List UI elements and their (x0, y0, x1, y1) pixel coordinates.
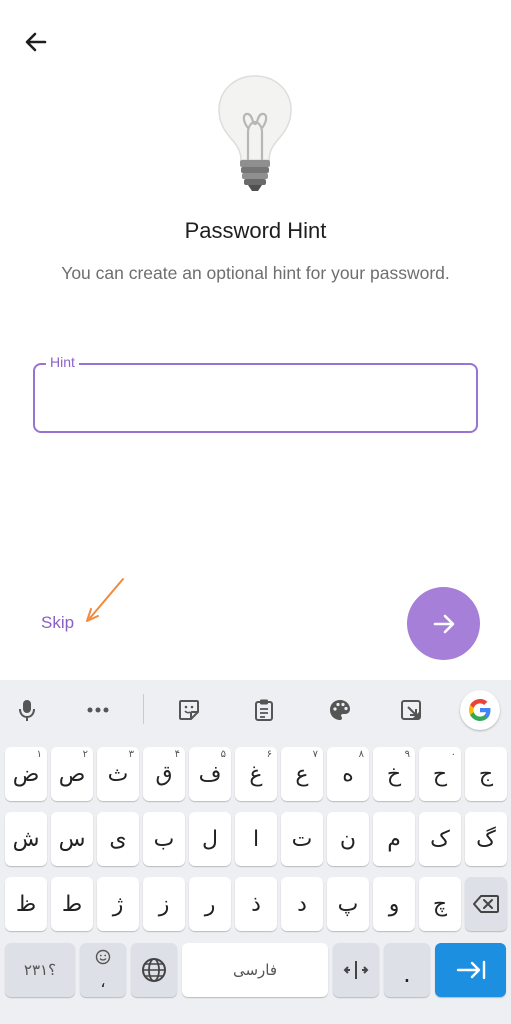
cursor-move-icon (343, 961, 369, 979)
key[interactable]: ل (189, 812, 231, 866)
key[interactable]: ز (143, 877, 185, 931)
key[interactable]: ض۱ (5, 747, 47, 801)
google-icon (469, 699, 491, 721)
mic-icon (19, 700, 35, 721)
key[interactable]: ش (5, 812, 47, 866)
page-title: Password Hint (184, 218, 327, 243)
key[interactable]: ن (327, 812, 369, 866)
key[interactable]: ج (465, 747, 507, 801)
mic-button[interactable] (9, 692, 45, 728)
key[interactable]: ص۲ (51, 747, 93, 801)
emoji-comma-key[interactable]: ، (80, 943, 126, 997)
key[interactable]: پ (327, 877, 369, 931)
key[interactable]: ط (51, 877, 93, 931)
key[interactable]: ع۷ (281, 747, 323, 801)
key[interactable]: ق۴ (143, 747, 185, 801)
hint-input[interactable] (50, 378, 454, 416)
key[interactable]: ت (281, 812, 323, 866)
backspace-icon (473, 895, 499, 913)
key[interactable]: ب (143, 812, 185, 866)
key[interactable]: ذ (235, 877, 277, 931)
soft-keyboard: ض۱ ص۲ ث۳ ق۴ ف۵ غ۶ ع۷ ه۸ خ۹ ح۰ ج ش س ی ب … (0, 680, 511, 1024)
period-key[interactable]: . (384, 943, 430, 997)
key[interactable]: م (373, 812, 415, 866)
key[interactable]: ه۸ (327, 747, 369, 801)
symbols-key[interactable]: ؟۲۳۱ (5, 943, 75, 997)
theme-button[interactable] (322, 692, 358, 728)
clipboard-button[interactable] (246, 692, 282, 728)
language-key[interactable] (131, 943, 177, 997)
backspace-key[interactable] (465, 877, 507, 931)
enter-key[interactable] (435, 943, 506, 997)
key[interactable]: خ۹ (373, 747, 415, 801)
key[interactable]: ر (189, 877, 231, 931)
hint-field-label: Hint (46, 354, 79, 370)
comma-label: ، (100, 972, 106, 991)
cursor-key[interactable] (333, 943, 379, 997)
tab-enter-icon (456, 960, 485, 980)
next-button[interactable] (407, 587, 480, 660)
back-button[interactable] (18, 24, 54, 60)
keyboard-toolbar (0, 680, 511, 740)
light-bulb-icon (218, 75, 292, 191)
key[interactable]: د (281, 877, 323, 931)
sticker-button[interactable] (171, 692, 207, 728)
space-key[interactable]: فارسی (182, 943, 328, 997)
skip-button[interactable]: Skip (41, 613, 74, 633)
google-button[interactable] (460, 690, 500, 730)
key[interactable]: ح۰ (419, 747, 461, 801)
globe-icon (142, 958, 166, 982)
key[interactable]: ی (97, 812, 139, 866)
password-hint-screen: Password Hint You can create an optional… (0, 0, 511, 1024)
key[interactable]: ک (419, 812, 461, 866)
clipboard-icon (255, 699, 273, 721)
sticker-icon (179, 700, 199, 720)
key[interactable]: ث۳ (97, 747, 139, 801)
key[interactable]: گ (465, 812, 507, 866)
toolbar-divider (143, 694, 144, 724)
arrow-left-icon (25, 32, 47, 52)
annotation-arrow-icon (86, 578, 124, 622)
page-subtitle: You can create an optional hint for your… (61, 263, 450, 283)
more-icon (87, 707, 109, 713)
resize-icon (401, 700, 421, 720)
key[interactable]: ف۵ (189, 747, 231, 801)
key[interactable]: ا (235, 812, 277, 866)
key[interactable]: س (51, 812, 93, 866)
emoji-icon (95, 949, 111, 965)
key[interactable]: و (373, 877, 415, 931)
more-button[interactable] (80, 692, 116, 728)
key[interactable]: چ (419, 877, 461, 931)
key[interactable]: ژ (97, 877, 139, 931)
arrow-right-icon (433, 614, 454, 633)
key[interactable]: غ۶ (235, 747, 277, 801)
palette-icon (330, 700, 350, 720)
resize-button[interactable] (393, 692, 429, 728)
key[interactable]: ظ (5, 877, 47, 931)
